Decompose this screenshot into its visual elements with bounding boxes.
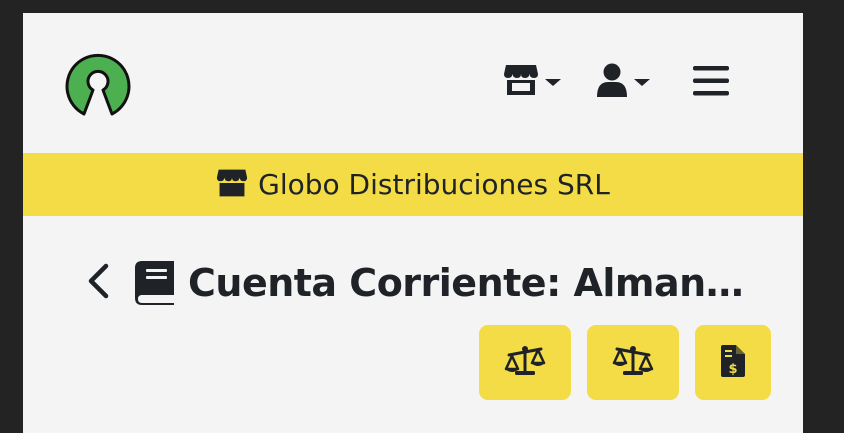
hamburger-menu-icon xyxy=(692,65,730,101)
action-buttons: $ xyxy=(479,325,771,400)
chevron-left-icon xyxy=(87,263,109,303)
balance-scale-left-icon xyxy=(504,344,546,382)
company-name: Globo Distribuciones SRL xyxy=(258,168,610,201)
invoice-dollar-icon: $ xyxy=(720,344,746,382)
store-icon xyxy=(216,167,248,203)
page-header: Cuenta Corriente: Almand... xyxy=(78,253,778,313)
company-banner: Globo Distribuciones SRL xyxy=(23,153,803,216)
back-button[interactable] xyxy=(78,258,118,308)
store-dropdown-button[interactable] xyxy=(503,63,561,101)
user-dropdown-button[interactable] xyxy=(596,63,650,101)
book-icon xyxy=(134,260,176,306)
user-icon xyxy=(596,63,628,101)
balance-right-button[interactable] xyxy=(587,325,679,400)
balance-scale-right-icon xyxy=(612,344,654,382)
navbar xyxy=(23,13,803,153)
invoice-button[interactable]: $ xyxy=(695,325,771,400)
balance-left-button[interactable] xyxy=(479,325,571,400)
hamburger-menu-button[interactable] xyxy=(692,65,730,101)
app-frame: Globo Distribuciones SRL Cuenta Corrient… xyxy=(23,13,803,433)
store-icon xyxy=(503,63,539,101)
chevron-down-icon xyxy=(634,78,650,86)
open-source-logo-icon[interactable] xyxy=(62,52,134,116)
svg-text:$: $ xyxy=(728,362,737,377)
chevron-down-icon xyxy=(545,78,561,86)
page-title: Cuenta Corriente: Almand... xyxy=(188,261,763,305)
